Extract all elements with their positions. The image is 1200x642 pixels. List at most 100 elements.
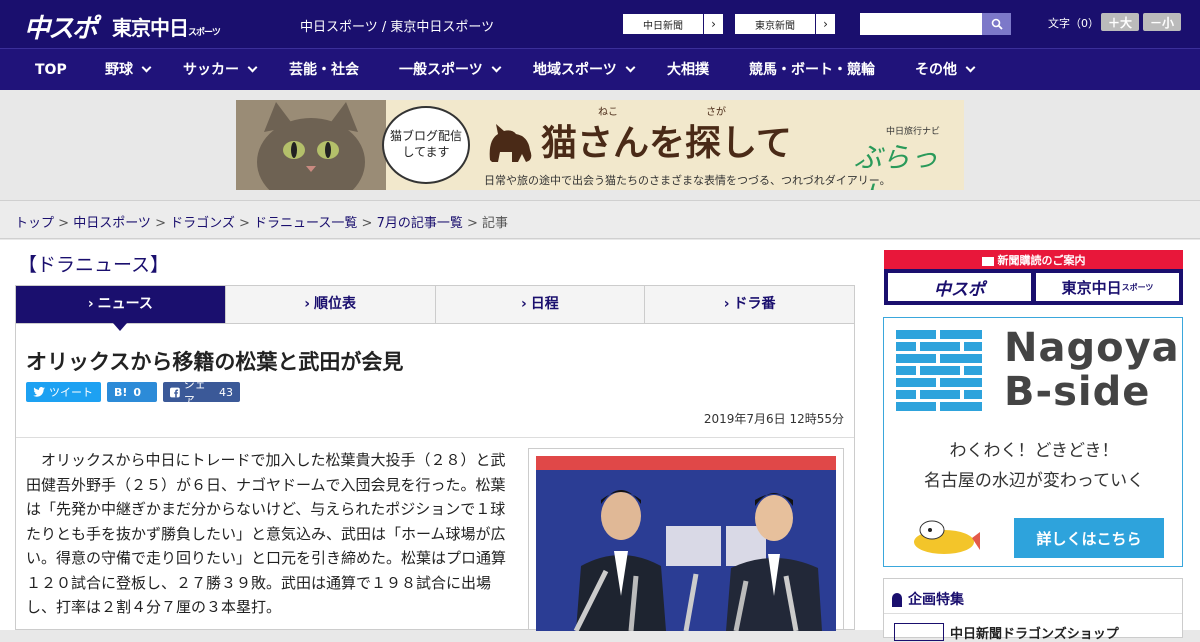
nav-item-general-sports[interactable]: 一般スポーツ <box>399 49 502 91</box>
section-tabs: › ニュース › 順位表 › 日程 › ドラ番 <box>15 285 855 331</box>
newspaper-icon <box>981 256 994 266</box>
chevron-down-icon <box>491 62 502 73</box>
nagoya-bside-ad[interactable]: Nagoya B-side わくわく！どきどき！ 名古屋の水辺が変わっていく 詳しく… <box>883 317 1183 567</box>
sub-tokyo-small: スポーツ <box>1121 282 1154 292</box>
tab-dora-ban[interactable]: › ドラ番 <box>645 286 854 323</box>
tokyo-shimbun-label: 東京新聞 <box>755 20 795 32</box>
article-body: オリックスから中日にトレードで加入した松葉貴大投手（２８）と武田健吾外野手（２５… <box>26 451 507 616</box>
tab-standings[interactable]: › 順位表 <box>225 286 436 323</box>
nav-label: 競馬・ボート・競輪 <box>749 62 875 78</box>
hatena-icon: B! <box>114 385 128 399</box>
breadcrumb-july[interactable]: 7月の記事一覧 <box>377 216 463 231</box>
ad-brand: ぶらっ人 <box>854 141 939 190</box>
nav-label: 芸能・社会 <box>289 62 359 78</box>
tab-label: ニュース <box>97 296 153 312</box>
breadcrumb-dragons[interactable]: ドラゴンズ <box>170 216 235 231</box>
nav-item-other[interactable]: その他 <box>915 49 976 91</box>
chuspo-logo[interactable]: 中スポ <box>24 8 98 45</box>
article: オリックスから移籍の松葉と武田が会見 ツイート B! 0 シェア 43 2019… <box>15 324 855 631</box>
chevron-right-icon: › <box>87 296 94 312</box>
site-name: 中日スポーツ / 東京中日スポーツ <box>300 20 495 35</box>
bside-name-1: Nagoya <box>1004 325 1180 371</box>
twitter-icon <box>33 387 45 397</box>
search-icon <box>991 18 1003 30</box>
tab-label: ドラ番 <box>733 296 776 312</box>
kikaku-title: 企画特集 <box>892 589 964 609</box>
chevron-right-icon: › <box>723 296 730 312</box>
bside-description: わくわく！どきどき！ 名古屋の水辺が変わっていく <box>884 436 1184 496</box>
sub-chuspo-logo[interactable]: 中スポ <box>888 273 1031 301</box>
subscription-title-text: 新聞購読のご案内 <box>997 254 1086 267</box>
nav-label: 大相撲 <box>667 62 709 78</box>
nav-item-local-sports[interactable]: 地域スポーツ <box>533 49 636 91</box>
chevron-right-icon: › <box>304 296 311 312</box>
nav-item-racing[interactable]: 競馬・ボート・競輪 <box>749 49 875 91</box>
chevron-down-icon <box>141 62 152 73</box>
tab-schedule[interactable]: › 日程 <box>435 286 646 323</box>
cat-silhouette-icon <box>489 124 532 162</box>
article-date: 2019年7月6日 12時55分 <box>703 412 844 426</box>
share-count: 43 <box>219 385 233 399</box>
nav-item-soccer[interactable]: サッカー <box>183 49 258 91</box>
nav-label: 地域スポーツ <box>533 62 617 78</box>
breadcrumb-dora-news[interactable]: ドラニュース一覧 <box>254 216 357 231</box>
nav-item-sumo[interactable]: 大相撲 <box>667 49 709 91</box>
main-content: 【ドラニュース】 › ニュース › 順位表 › 日程 › ドラ番 オリックスから移籍の松… <box>0 240 1200 642</box>
article-photo[interactable] <box>528 448 844 631</box>
hatena-bookmark-button[interactable]: B! 0 <box>107 382 157 402</box>
banner-area: 猫ブログ配信してます ねこ さが 猫さんを探して 日常や旅の途中で出会う猫たちの… <box>0 90 1200 200</box>
article-headline: オリックスから移籍の松葉と武田が会見 <box>26 350 404 374</box>
kikaku-thumb[interactable] <box>894 623 944 641</box>
tokyo-chunichi-logo[interactable]: 東京中日スポーツ <box>112 12 221 41</box>
chevron-right-icon: › <box>703 13 723 35</box>
bside-name-2: B-side <box>1004 369 1151 415</box>
tab-label: 順位表 <box>314 296 357 312</box>
kikaku-title-text: 企画特集 <box>908 592 964 608</box>
search-input[interactable] <box>860 13 982 35</box>
breadcrumb-sep: > <box>357 216 377 231</box>
chevron-right-icon: › <box>520 296 527 312</box>
bside-line-1: わくわく！どきどき！ <box>949 441 1119 461</box>
tweet-button[interactable]: ツイート <box>26 382 101 402</box>
bside-name: Nagoya B-side <box>1004 326 1180 414</box>
font-larger-button[interactable]: ＋大 <box>1101 13 1139 31</box>
ad-speech-bubble: 猫ブログ配信してます <box>382 106 470 184</box>
breadcrumb-sep: > <box>150 216 171 231</box>
breadcrumb-chunichi-sports[interactable]: 中日スポーツ <box>73 216 151 231</box>
font-size-label: 文字（0） <box>1048 17 1099 30</box>
site-header: 中スポ 東京中日スポーツ 中日スポーツ / 東京中日スポーツ 中日新聞 › 東京… <box>0 0 1200 48</box>
facebook-icon <box>170 387 180 397</box>
subscription-box[interactable]: 新聞購読のご案内 中スポ 東京中日 スポーツ <box>884 250 1183 305</box>
ad-title: 猫さんを探して <box>541 123 792 164</box>
nav-item-top[interactable]: TOP <box>35 49 67 91</box>
breadcrumb-sep: > <box>54 216 74 231</box>
kikaku-divider <box>884 613 1182 614</box>
ribbon-icon <box>892 593 902 607</box>
main-nav: TOP 野球 サッカー 芸能・社会 一般スポーツ 地域スポーツ 大相撲 競馬・ボ… <box>0 48 1200 90</box>
tokyo-logo-text: 東京中日 <box>112 16 189 40</box>
nav-label: その他 <box>915 62 957 78</box>
cat-blog-ad[interactable]: 猫ブログ配信してます ねこ さが 猫さんを探して 日常や旅の途中で出会う猫たちの… <box>236 100 964 190</box>
cat-photo <box>236 100 386 190</box>
font-smaller-button[interactable]: －小 <box>1143 13 1181 31</box>
tokyo-shimbun-link[interactable]: 東京新聞 › <box>734 13 836 35</box>
article-divider <box>16 437 854 438</box>
kikaku-item-dragons-shop[interactable]: 中日新聞ドラゴンズショップ <box>950 623 1119 642</box>
chevron-down-icon <box>625 62 636 73</box>
breadcrumb-top[interactable]: トップ <box>15 216 54 231</box>
sub-tokyo-logo[interactable]: 東京中日 スポーツ <box>1036 273 1179 301</box>
nav-item-baseball[interactable]: 野球 <box>105 49 152 91</box>
chevron-down-icon <box>965 62 976 73</box>
bside-details-button[interactable]: 詳しくはこちら <box>1014 518 1164 558</box>
chunichi-shimbun-link[interactable]: 中日新聞 › <box>622 13 724 35</box>
nav-label: サッカー <box>183 62 239 78</box>
sub-tokyo-text: 東京中日 <box>1061 278 1122 297</box>
search-button[interactable] <box>982 13 1011 35</box>
bside-line-2: 名古屋の水辺が変わっていく <box>923 471 1145 491</box>
nav-item-entertainment[interactable]: 芸能・社会 <box>289 49 359 91</box>
chunichi-shimbun-label: 中日新聞 <box>643 20 683 32</box>
tab-news[interactable]: › ニュース <box>16 286 226 331</box>
tab-label: 日程 <box>530 296 559 312</box>
kikaku-features: 企画特集 中日新聞ドラゴンズショップ <box>883 578 1183 642</box>
facebook-share-button[interactable]: シェア 43 <box>163 378 240 407</box>
